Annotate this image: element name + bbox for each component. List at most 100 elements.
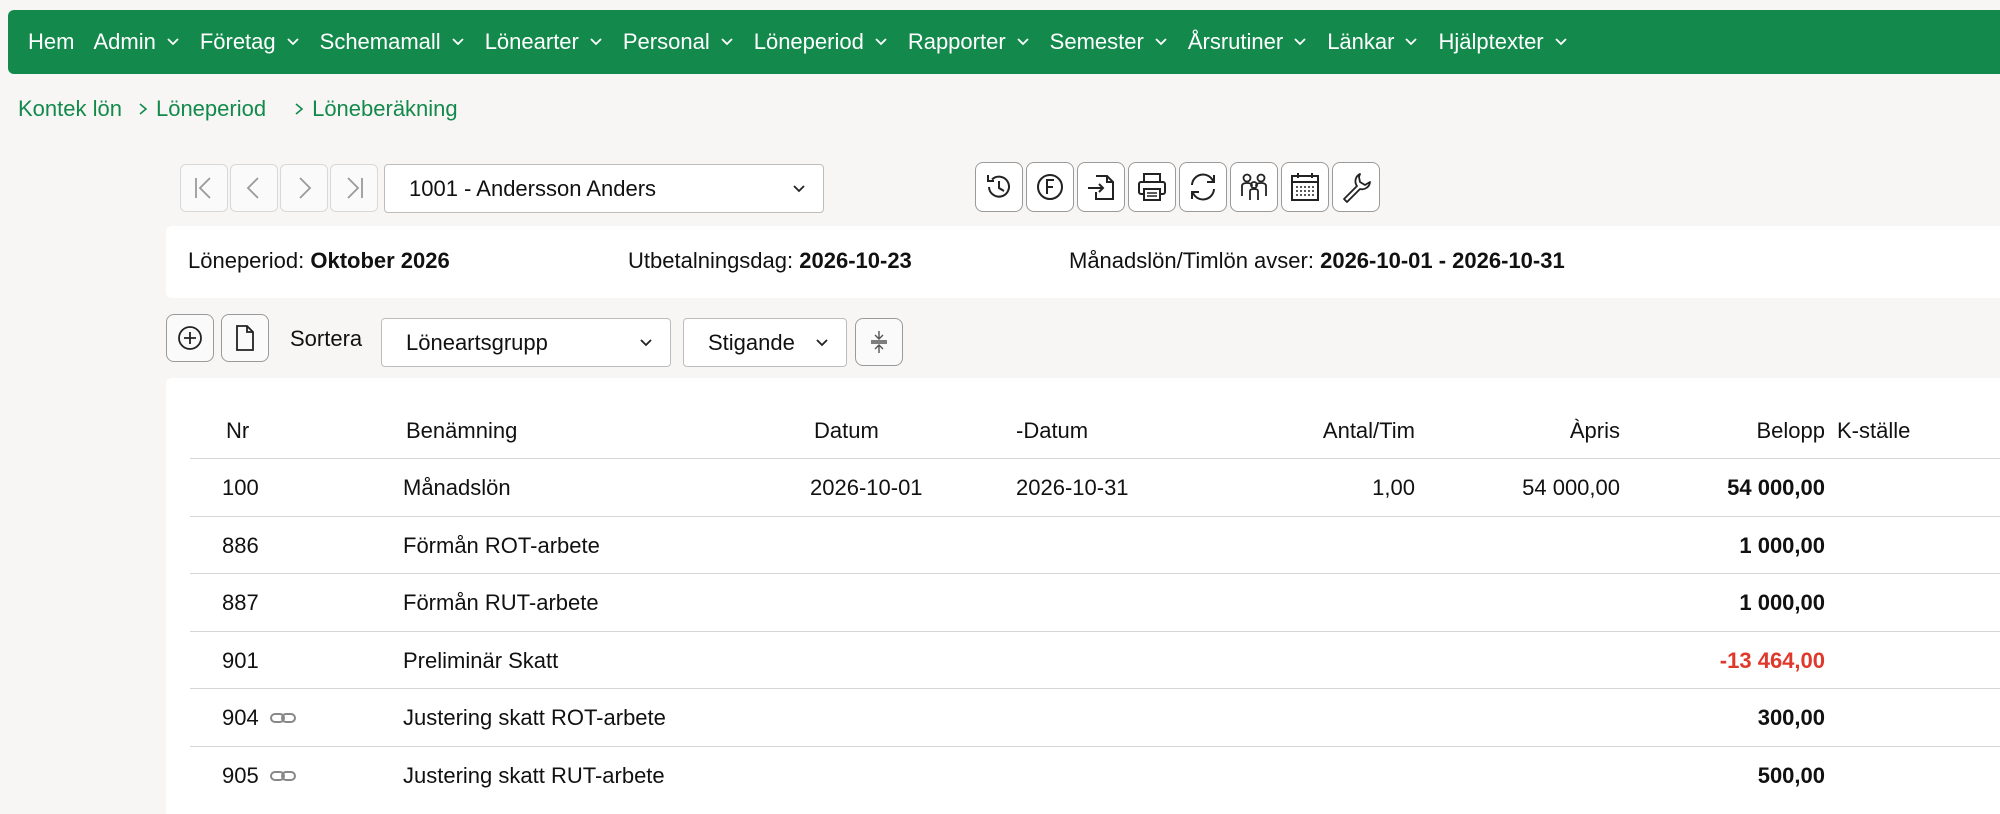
chevron-down-icon bbox=[793, 185, 805, 193]
nav-item-label: Schemamall bbox=[319, 29, 441, 54]
document-icon bbox=[236, 325, 254, 351]
utbetalningsdag-info: Utbetalningsdag: 2026-10-23 bbox=[628, 248, 912, 274]
nav-item[interactable]: Hjälptexter bbox=[1438, 29, 1568, 55]
sort-field-select[interactable]: Löneartsgrupp bbox=[381, 318, 671, 367]
nav-item[interactable]: Företag bbox=[200, 29, 301, 55]
cell-benamning: Månadslön bbox=[403, 475, 511, 500]
calendar-icon bbox=[1291, 173, 1319, 201]
chevron-down-icon bbox=[1294, 38, 1306, 46]
cell-benamning: Förmån RUT-arbete bbox=[403, 590, 599, 616]
next-employee-button[interactable] bbox=[280, 164, 328, 212]
first-employee-button[interactable] bbox=[180, 164, 228, 212]
sort-field-value: Löneartsgrupp bbox=[406, 329, 548, 355]
column-header-datum[interactable]: Datum bbox=[814, 418, 879, 444]
utbetalningsdag-label: Utbetalningsdag: bbox=[628, 248, 794, 273]
table-row[interactable]: 905 Justering skatt RUT-arbete 500,00 bbox=[190, 746, 2000, 804]
group-button[interactable] bbox=[1230, 162, 1278, 212]
employee-select[interactable]: 1001 - Andersson Anders bbox=[384, 164, 824, 213]
calendar-button[interactable] bbox=[1281, 162, 1329, 212]
nav-item-label: Lönearter bbox=[484, 29, 579, 54]
previous-employee-button[interactable] bbox=[230, 164, 278, 212]
group-icon bbox=[1241, 173, 1267, 200]
print-icon bbox=[1138, 173, 1166, 201]
nav-item[interactable]: Årsrutiner bbox=[1188, 29, 1308, 55]
sort-order-value: Stigande bbox=[708, 329, 795, 355]
table-row[interactable]: 100 Månadslön 2026-10-01 2026-10-31 1,00 54 0… bbox=[190, 458, 2000, 516]
employee-select-value: 1001 - Andersson Anders bbox=[409, 175, 657, 201]
cell-nr: 905 bbox=[222, 763, 259, 788]
table-row[interactable]: 886 Förmån ROT-arbete 1 000,00 bbox=[190, 515, 2000, 574]
nav-item[interactable]: Länkar bbox=[1327, 29, 1419, 55]
period-info-panel: Löneperiod: Oktober 2026 Utbetalningsdag… bbox=[166, 226, 2000, 298]
nav-item[interactable]: Rapporter bbox=[908, 29, 1031, 55]
nav-item-label: Rapporter bbox=[907, 29, 1006, 54]
nav-item[interactable]: Personal bbox=[623, 29, 735, 55]
nav-item-label: Semester bbox=[1049, 29, 1144, 54]
import-icon bbox=[1088, 175, 1114, 200]
column-header-belopp[interactable]: Belopp bbox=[1625, 418, 1825, 444]
chevron-down-icon bbox=[1155, 38, 1167, 46]
last-employee-button[interactable] bbox=[330, 164, 378, 212]
chevron-down-icon bbox=[1554, 38, 1567, 46]
breadcrumb-loneperiod[interactable]: Löneperiod bbox=[156, 96, 266, 122]
breadcrumb-loneberakning[interactable]: Löneberäkning bbox=[312, 96, 458, 122]
chevron-right-icon bbox=[299, 177, 312, 199]
collapse-rows-button[interactable] bbox=[855, 318, 903, 366]
cell-nr: 100 bbox=[222, 475, 259, 500]
chevron-down-icon bbox=[816, 339, 828, 347]
last-page-icon bbox=[347, 177, 363, 199]
chevron-down-icon bbox=[1017, 38, 1029, 46]
cell-datum: 2026-10-01 bbox=[810, 475, 923, 500]
loneperiod-value: Oktober 2026 bbox=[310, 248, 450, 273]
top-nav: Hem Admin Företag Schemamall Lönearter Person… bbox=[8, 10, 2000, 74]
cell-benamning: Justering skatt ROT-arbete bbox=[403, 705, 666, 731]
history-icon bbox=[987, 175, 1010, 198]
cell-benamning: Preliminär Skatt bbox=[403, 647, 559, 673]
column-header-benamning[interactable]: Benämning bbox=[406, 418, 517, 444]
print-button[interactable] bbox=[1128, 162, 1176, 212]
table-row[interactable]: 901 Preliminär Skatt -13 464,00 bbox=[190, 630, 2000, 689]
manadslon-avser-value: 2026-10-01 - 2026-10-31 bbox=[1320, 248, 1565, 273]
manadslon-avser-info: Månadslön/Timlön avser: 2026-10-01 - 202… bbox=[1069, 248, 1565, 274]
cell-nr: 887 bbox=[222, 590, 259, 616]
table-row[interactable]: 904 Justering skatt ROT-arbete 300,00 bbox=[190, 688, 2000, 746]
cell-benamning: Justering skatt RUT-arbete bbox=[403, 763, 665, 788]
nav-item[interactable]: Schemamall bbox=[320, 29, 466, 55]
table-row[interactable]: 887 Förmån RUT-arbete 1 000,00 bbox=[190, 573, 2000, 631]
nav-item-label: Länkar bbox=[1327, 29, 1395, 54]
import-button[interactable] bbox=[1077, 162, 1125, 212]
nav-item[interactable]: Semester bbox=[1050, 29, 1169, 55]
add-row-button[interactable] bbox=[166, 314, 214, 362]
refresh-icon bbox=[1191, 173, 1215, 201]
chevron-down-icon bbox=[590, 38, 602, 46]
f-button[interactable] bbox=[1026, 162, 1074, 212]
chevron-right-icon bbox=[295, 103, 304, 115]
chevron-down-icon bbox=[1405, 38, 1418, 46]
sort-order-select[interactable]: Stigande bbox=[683, 318, 847, 367]
column-header-antal[interactable]: Antal/Tim bbox=[1215, 418, 1415, 444]
chevron-down-icon bbox=[875, 38, 887, 46]
nav-item[interactable]: Löneperiod bbox=[754, 29, 889, 55]
nav-item[interactable]: Lönearter bbox=[485, 29, 604, 55]
column-header-kstalle[interactable]: K-ställe bbox=[1837, 418, 1910, 444]
cell-antal: 1,00 bbox=[1372, 475, 1415, 500]
breadcrumb-home[interactable]: Kontek lön bbox=[18, 96, 122, 122]
nav-item-label: Hem bbox=[28, 29, 75, 54]
settings-button[interactable] bbox=[1332, 162, 1380, 212]
column-header-tom-datum[interactable]: -Datum bbox=[1016, 418, 1088, 444]
chevron-down-icon bbox=[167, 38, 179, 46]
nav-item[interactable]: Admin bbox=[93, 29, 180, 55]
breadcrumb: Kontek lön Löneperiod Löneberäkning bbox=[18, 96, 458, 122]
refresh-button[interactable] bbox=[1179, 162, 1227, 212]
column-header-nr[interactable]: Nr bbox=[226, 418, 249, 444]
nav-item[interactable]: Hem bbox=[28, 29, 74, 55]
chevron-right-icon bbox=[139, 103, 148, 115]
column-header-apris[interactable]: Àpris bbox=[1420, 418, 1620, 444]
history-button[interactable] bbox=[975, 162, 1023, 212]
link-icon bbox=[270, 771, 296, 781]
loneperiod-info: Löneperiod: Oktober 2026 bbox=[188, 248, 450, 274]
new-document-button[interactable] bbox=[221, 314, 269, 362]
chevron-left-icon bbox=[246, 177, 259, 199]
sort-label: Sortera bbox=[290, 326, 363, 351]
cell-belopp: 500,00 bbox=[1757, 763, 1825, 788]
